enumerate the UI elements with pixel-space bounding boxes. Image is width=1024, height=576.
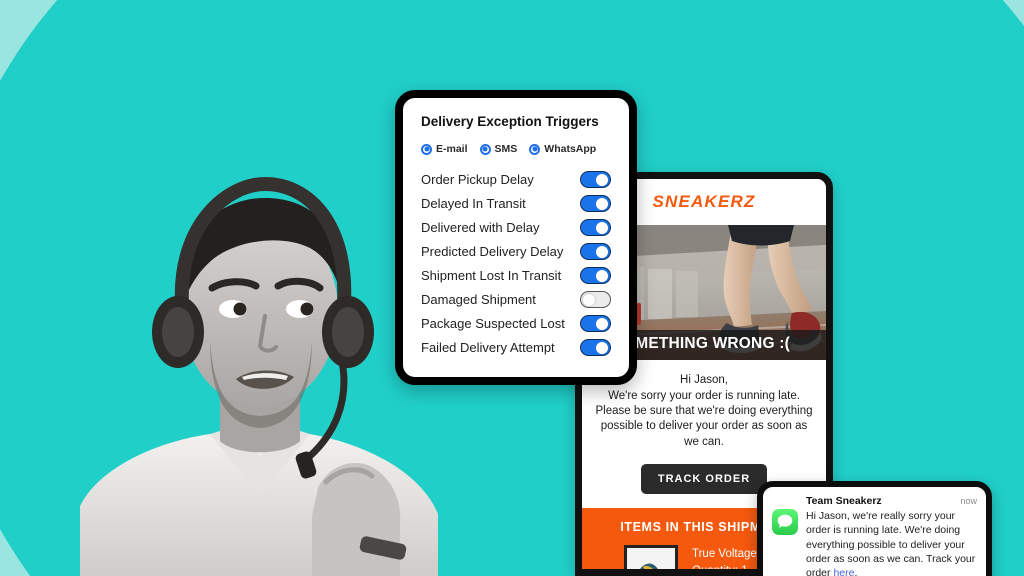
trigger-row: Damaged Shipment	[421, 291, 611, 308]
sms-notification-card[interactable]: Team Sneakerz now Hi Jason, we're really…	[757, 481, 992, 576]
trigger-label: Delayed In Transit	[421, 196, 526, 211]
track-order-button[interactable]: TRACK ORDER	[640, 463, 768, 494]
trigger-toggle-predicted-delivery-delay[interactable]	[580, 243, 611, 260]
trigger-row: Delivered with Delay	[421, 219, 611, 236]
channel-label: WhatsApp	[544, 143, 597, 155]
toggle-knob	[596, 317, 608, 330]
product-quantity: Quantity: 1	[692, 564, 748, 576]
trigger-label: Predicted Delivery Delay	[421, 244, 564, 259]
screenshot-stage: SNEAKERZ H. SOMETHING WRONG:(Hi Jason,…	[0, 0, 1024, 576]
toggle-knob	[596, 269, 608, 282]
sneakerz-brand-logo: SNEAKERZ	[652, 192, 756, 211]
trigger-row: Delayed In Transit	[421, 195, 611, 212]
trigger-toggle-package-suspected-lost[interactable]	[580, 315, 611, 332]
sms-timestamp: now	[960, 496, 977, 506]
trigger-row: Order Pickup Delay	[421, 171, 611, 188]
trigger-toggle-shipment-lost-in-transit[interactable]	[580, 267, 611, 284]
email-message: We're sorry your order is running late. …	[595, 390, 813, 448]
messages-app-icon	[772, 509, 798, 535]
trigger-toggle-failed-delivery-attempt[interactable]	[580, 339, 611, 356]
trigger-toggle-damaged-shipment[interactable]	[580, 291, 611, 308]
toggle-knob	[596, 173, 608, 186]
sms-header: Team Sneakerz now	[806, 495, 977, 507]
trigger-label: Damaged Shipment	[421, 292, 536, 307]
channel-option-sms[interactable]: SMS	[479, 143, 518, 155]
trigger-label: Shipment Lost In Transit	[421, 268, 562, 283]
toggle-knob	[596, 221, 608, 234]
product-thumbnail	[624, 544, 678, 569]
toggle-knob	[583, 293, 595, 306]
sms-message-text: Hi Jason, we're really sorry your order …	[806, 510, 976, 576]
channel-option-email[interactable]: E-mail	[421, 143, 468, 155]
speech-bubble-icon	[777, 514, 793, 528]
toggle-knob	[596, 341, 608, 354]
trigger-label: Delivered with Delay	[421, 220, 540, 235]
radio-selected-icon	[479, 143, 491, 155]
radio-selected-icon	[421, 143, 432, 155]
product-name: True Voltage	[692, 547, 757, 560]
channel-option-whatsapp[interactable]: WhatsApp	[529, 143, 596, 155]
sms-sender-name: Team Sneakerz	[806, 495, 882, 507]
trigger-label: Order Pickup Delay	[421, 172, 534, 187]
toggle-knob	[596, 197, 608, 210]
sms-content: Team Sneakerz now Hi Jason, we're really…	[806, 495, 977, 576]
trigger-label: Package Suspected Lost	[421, 316, 565, 331]
channel-label: SMS	[494, 143, 518, 155]
product-details: True Voltage Quantity: 1 Price: $99	[692, 545, 757, 576]
radio-selected-icon	[529, 143, 541, 155]
panel-title: Delivery Exception Triggers	[421, 114, 599, 129]
delivery-exception-triggers-panel: Delivery Exception Triggers E-mail SMS W…	[395, 90, 637, 385]
trigger-row: Predicted Delivery Delay	[421, 243, 611, 260]
track-order-link[interactable]: here	[833, 567, 854, 576]
sneaker-product-image	[627, 547, 675, 569]
channel-label: E-mail	[436, 143, 468, 155]
trigger-row: Shipment Lost In Transit	[421, 267, 611, 284]
trigger-toggle-order-pickup-delay[interactable]	[580, 171, 611, 188]
sms-message-tail: .	[854, 567, 858, 576]
trigger-label: Failed Delivery Attempt	[421, 340, 555, 355]
trigger-toggle-delayed-in-transit[interactable]	[580, 195, 611, 212]
sms-message-body: Hi Jason, we're really sorry your order …	[806, 509, 977, 576]
trigger-toggle-delivered-with-delay[interactable]	[580, 219, 611, 236]
trigger-row: Package Suspected Lost	[421, 315, 611, 332]
trigger-row: Failed Delivery Attempt	[421, 339, 611, 356]
toggle-knob	[596, 245, 608, 258]
channel-radio-group: E-mail SMS WhatsApp	[421, 143, 611, 155]
